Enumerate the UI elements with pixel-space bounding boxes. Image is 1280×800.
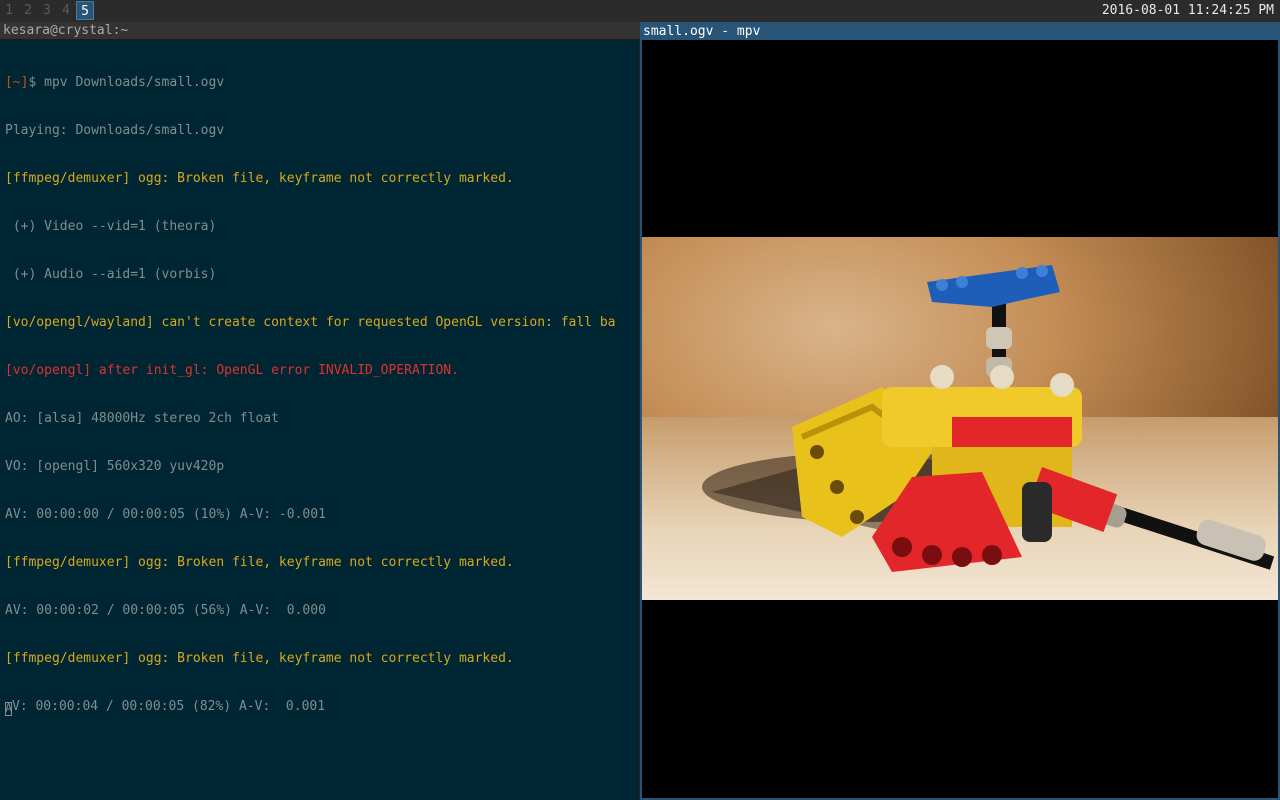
workspace-4-button[interactable]: 4 xyxy=(57,1,75,20)
terminal-output[interactable]: [~]$ mpv Downloads/small.ogv Playing: Do… xyxy=(5,43,633,747)
lego-model-image xyxy=(702,265,1275,572)
mpv-title[interactable]: small.ogv - mpv xyxy=(642,24,1278,40)
output-line: [ffmpeg/demuxer] ogg: Broken file, keyfr… xyxy=(5,555,514,570)
workspace-1-button[interactable]: 1 xyxy=(0,1,18,20)
clock: 2016-08-01 11:24:25 PM xyxy=(1101,3,1274,18)
output-line: [ffmpeg/demuxer] ogg: Broken file, keyfr… xyxy=(5,171,514,186)
command-text: mpv Downloads/small.ogv xyxy=(44,75,225,90)
output-line: (+) Video --vid=1 (theora) xyxy=(5,219,217,234)
workspace-3-button[interactable]: 3 xyxy=(38,1,56,20)
top-bar: 1 2 3 4 5 2016-08-01 11:24:25 PM xyxy=(0,0,1280,22)
output-line: AV: 00:00:00 / 00:00:05 (10%) A-V: -0.00… xyxy=(5,507,326,522)
output-line: AV: 00:00:02 / 00:00:05 (56%) A-V: 0.000 xyxy=(5,603,326,618)
cursor-char: A xyxy=(5,701,13,715)
terminal-window[interactable]: kesara@crystal:~ [~]$ mpv Downloads/smal… xyxy=(0,22,640,800)
output-line: VO: [opengl] 560x320 yuv420p xyxy=(5,459,225,474)
current-line-text: V: 00:00:04 / 00:00:05 (82%) A-V: 0.001 xyxy=(12,699,326,714)
output-line: (+) Audio --aid=1 (vorbis) xyxy=(5,267,217,282)
workspace-2-button[interactable]: 2 xyxy=(19,1,37,20)
output-line: [vo/opengl] after init_gl: OpenGL error … xyxy=(5,363,459,378)
prompt-sign: $ xyxy=(28,75,45,90)
output-line: AO: [alsa] 48000Hz stereo 2ch float xyxy=(5,411,279,426)
output-line: Playing: Downloads/small.ogv xyxy=(5,123,225,138)
text-cursor: A xyxy=(5,702,12,716)
terminal-title[interactable]: kesara@crystal:~ xyxy=(0,22,640,40)
prompt-line: [~]$ mpv Downloads/small.ogv xyxy=(5,75,633,91)
prompt-dir: [~] xyxy=(5,75,29,90)
video-frame[interactable] xyxy=(642,237,1278,600)
mpv-window[interactable]: small.ogv - mpv xyxy=(640,22,1280,800)
output-line-current: A V: 00:00:04 / 00:00:05 (82%) A-V: 0.001 xyxy=(5,699,633,716)
output-line: [vo/opengl/wayland] can't create context… xyxy=(5,315,616,330)
output-line: [ffmpeg/demuxer] ogg: Broken file, keyfr… xyxy=(5,651,514,666)
workspace-5-button[interactable]: 5 xyxy=(76,1,94,20)
